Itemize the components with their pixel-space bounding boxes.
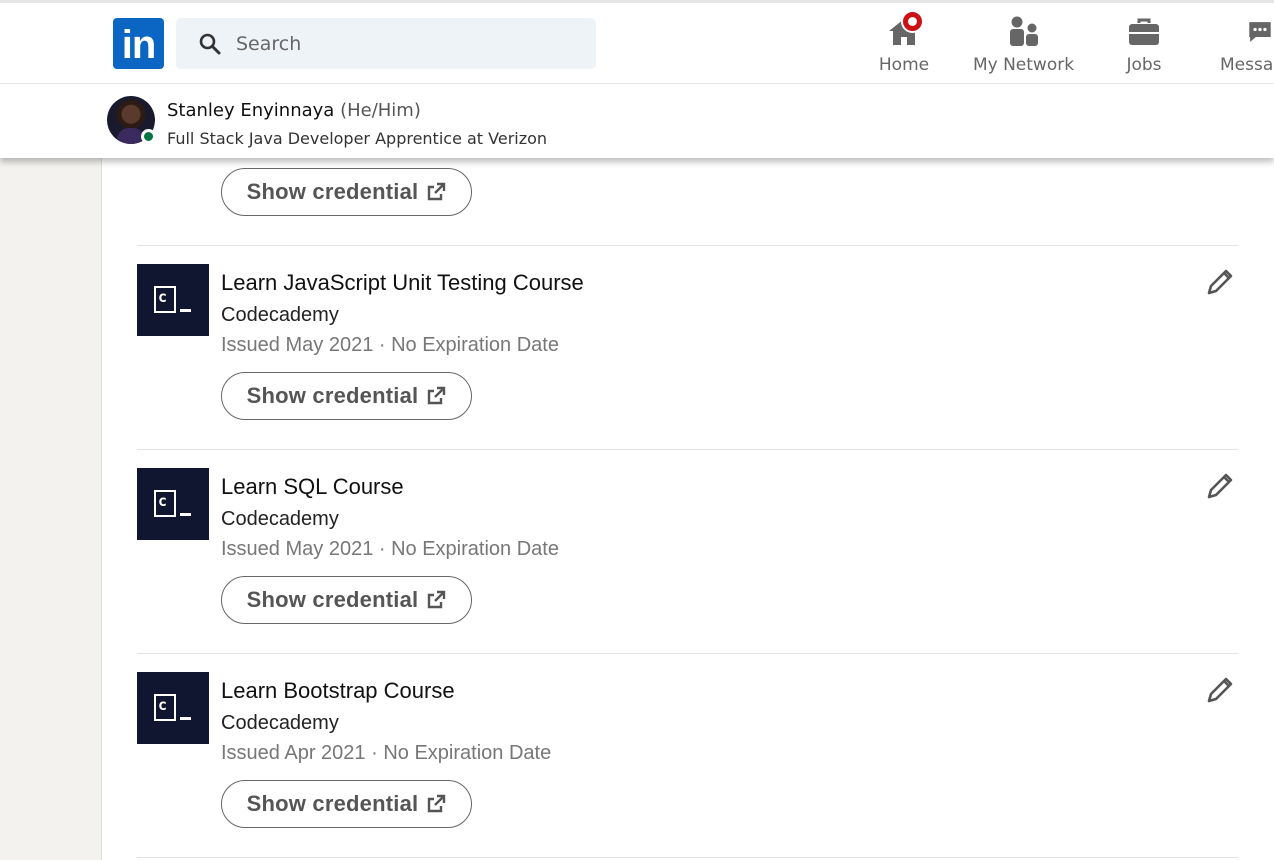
codecademy-logo[interactable]: c	[137, 468, 209, 540]
edit-pencil-icon[interactable]	[1203, 673, 1237, 707]
show-credential-button[interactable]: Show credential	[221, 780, 472, 828]
nav-jobs[interactable]: Jobs	[1115, 13, 1173, 77]
nav-my-network[interactable]: My Network	[972, 13, 1075, 77]
edit-pencil-icon[interactable]	[1203, 265, 1237, 299]
nav-label: Jobs	[1126, 55, 1162, 75]
issue-date: Issued May 2021 · No Expiration Date	[221, 538, 559, 560]
nav-messaging[interactable]: Messag	[1220, 13, 1274, 77]
divider	[137, 245, 1238, 246]
issuing-organization[interactable]: Codecademy	[221, 712, 339, 735]
search-input[interactable]	[236, 32, 576, 55]
issue-date: Issued Apr 2021 · No Expiration Date	[221, 742, 552, 764]
codecademy-logo[interactable]: c	[137, 672, 209, 744]
issuing-organization[interactable]: Codecademy	[221, 304, 339, 327]
edit-pencil-icon[interactable]	[1203, 469, 1237, 503]
certification-title: Learn JavaScript Unit Testing Course	[221, 270, 584, 295]
briefcase-icon	[1129, 18, 1159, 45]
messaging-icon	[1249, 22, 1271, 42]
linkedin-logo[interactable]: in	[113, 18, 164, 69]
divider	[137, 857, 1238, 858]
profile-sticky-header: Stanley Enyinnaya (He/Him) Full Stack Ja…	[0, 84, 1274, 158]
profile-name: Stanley Enyinnaya (He/Him)	[167, 100, 421, 121]
show-credential-button[interactable]: Show credential	[221, 372, 472, 420]
external-link-icon	[428, 182, 446, 201]
certification-title: Learn Bootstrap Course	[221, 678, 455, 703]
codecademy-logo[interactable]: c	[137, 264, 209, 336]
profile-pronouns: (He/Him)	[340, 100, 421, 121]
issue-date: Issued May 2021 · No Expiration Date	[221, 334, 559, 356]
divider	[137, 449, 1238, 450]
search-icon	[199, 33, 221, 54]
show-credential-button[interactable]: Show credential	[221, 168, 472, 216]
show-credential-button[interactable]: Show credential	[221, 576, 472, 624]
nav-label: My Network	[972, 55, 1075, 75]
notification-badge	[901, 10, 924, 33]
issuing-organization[interactable]: Codecademy	[221, 508, 339, 531]
global-nav: in Home My Network Jobs Messag	[0, 0, 1274, 84]
nav-label: Home	[878, 55, 930, 75]
search-box[interactable]	[176, 18, 596, 69]
profile-full-name: Stanley Enyinnaya	[167, 100, 335, 121]
online-status-indicator	[141, 129, 156, 144]
nav-home[interactable]: Home	[873, 10, 935, 77]
profile-headline: Full Stack Java Developer Apprentice at …	[167, 129, 548, 148]
certification-title: Learn SQL Course	[221, 474, 404, 499]
external-link-icon	[428, 386, 446, 405]
external-link-icon	[428, 590, 446, 609]
external-link-icon	[428, 794, 446, 813]
nav-label: Messag	[1220, 55, 1274, 75]
divider	[137, 653, 1238, 654]
network-icon	[1009, 16, 1038, 46]
